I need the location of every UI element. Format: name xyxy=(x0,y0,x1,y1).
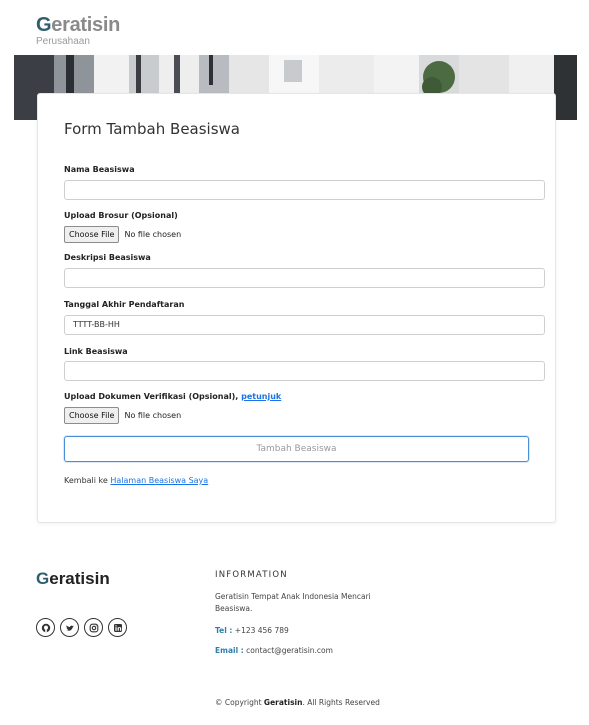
github-icon[interactable] xyxy=(36,618,55,637)
halaman-beasiswa-link[interactable]: Halaman Beasiswa Saya xyxy=(110,476,208,485)
brosur-choose-button[interactable]: Choose File xyxy=(64,226,120,243)
email-label: Email : xyxy=(215,646,244,655)
dokumen-choose-button[interactable]: Choose File xyxy=(64,407,120,424)
copy-prefix: © Copyright xyxy=(215,698,262,707)
tanggal-input[interactable]: TTTT-BB-HH xyxy=(64,315,545,335)
deskripsi-label: Deskripsi Beasiswa xyxy=(64,253,151,262)
info-heading: INFORMATION xyxy=(215,570,288,580)
tambah-beasiswa-button[interactable]: Tambah Beasiswa xyxy=(64,436,529,462)
petunjuk-link[interactable]: petunjuk xyxy=(241,392,281,401)
brosur-label: Upload Brosur (Opsional) xyxy=(64,211,178,220)
deskripsi-input[interactable] xyxy=(64,268,545,288)
link-input[interactable] xyxy=(64,361,545,381)
info-tel: Tel : +123 456 789 xyxy=(215,626,289,635)
form-card: Form Tambah Beasiswa Nama Beasiswa Uploa… xyxy=(37,93,556,523)
dokumen-file-status: No file chosen xyxy=(124,411,182,420)
linkedin-icon[interactable] xyxy=(108,618,127,637)
brand-subtitle: Perusahaan xyxy=(36,36,90,47)
dokumen-file-input[interactable]: Choose File No file chosen xyxy=(64,407,181,424)
brosur-file-status: No file chosen xyxy=(124,230,182,239)
copyright: © Copyright Geratisin. All Rights Reserv… xyxy=(215,698,380,707)
footer-logo-text: eratisin xyxy=(49,569,110,588)
footer-logo[interactable]: Geratisin xyxy=(36,569,110,589)
social-links xyxy=(36,618,127,637)
tanggal-label: Tanggal Akhir Pendaftaran xyxy=(64,300,185,309)
copy-suffix: . All Rights Reserved xyxy=(302,698,380,707)
logo-text: eratisin xyxy=(51,14,121,36)
back-prefix: Kembali ke xyxy=(64,476,108,485)
logo-letter-g: G xyxy=(36,14,52,36)
copy-brand: Geratisin xyxy=(263,698,303,707)
dokumen-label-text: Upload Dokumen Verifikasi (Opsional), xyxy=(64,392,239,401)
brosur-file-input[interactable]: Choose File No file chosen xyxy=(64,226,181,243)
tel-value: +123 456 789 xyxy=(234,626,289,635)
tel-label: Tel : xyxy=(215,626,233,635)
nama-input[interactable] xyxy=(64,180,545,200)
twitter-icon[interactable] xyxy=(60,618,79,637)
nama-label: Nama Beasiswa xyxy=(64,165,135,174)
form-title: Form Tambah Beasiswa xyxy=(64,120,240,138)
footer-logo-g: G xyxy=(36,569,50,588)
back-text: Kembali ke Halaman Beasiswa Saya xyxy=(64,476,208,485)
info-email: Email : contact@geratisin.com xyxy=(215,646,333,655)
link-label: Link Beasiswa xyxy=(64,347,128,356)
instagram-icon[interactable] xyxy=(84,618,103,637)
info-text: Geratisin Tempat Anak Indonesia Mencari … xyxy=(215,592,371,613)
email-value: contact@geratisin.com xyxy=(246,646,333,655)
dokumen-label: Upload Dokumen Verifikasi (Opsional), pe… xyxy=(64,392,281,401)
brand-logo[interactable]: Geratisin Perusahaan xyxy=(36,14,120,47)
